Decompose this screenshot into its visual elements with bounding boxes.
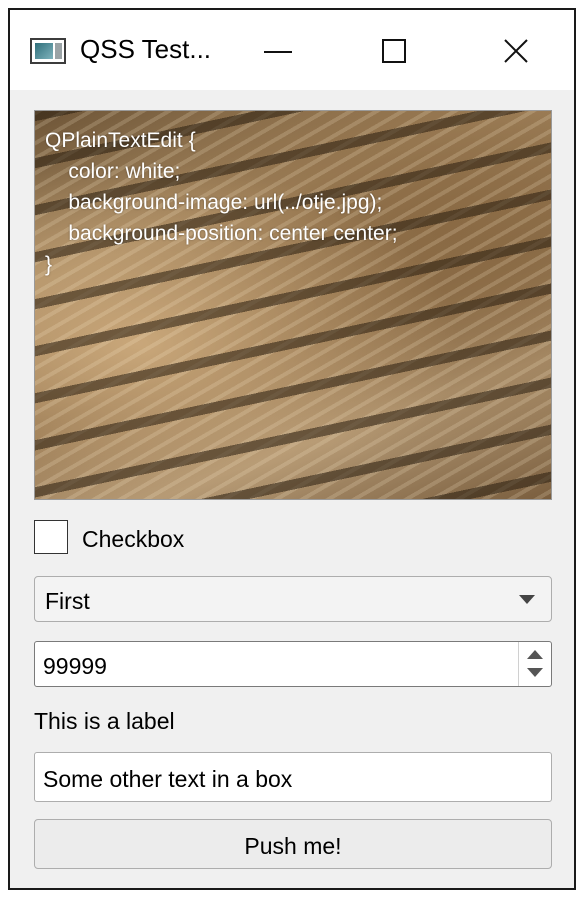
- window-title: QSS Test...: [80, 34, 212, 64]
- combo-selected-value: First: [45, 588, 90, 614]
- close-icon: [504, 39, 528, 63]
- checkbox-row[interactable]: Checkbox: [34, 520, 334, 556]
- title-bar[interactable]: QSS Test...: [10, 10, 574, 90]
- line-edit-value[interactable]: Some other text in a box: [43, 766, 292, 793]
- maximize-button[interactable]: [366, 30, 422, 74]
- close-button[interactable]: [488, 30, 544, 74]
- push-button-label: Push me!: [244, 833, 342, 859]
- chevron-down-icon: [519, 595, 535, 604]
- plain-text-edit[interactable]: QPlainTextEdit { color: white; backgroun…: [34, 110, 552, 500]
- minimize-icon: [264, 51, 292, 53]
- spin-up-icon[interactable]: [527, 650, 543, 660]
- spin-box[interactable]: 99999: [34, 641, 552, 687]
- checkbox-label[interactable]: Checkbox: [82, 526, 184, 553]
- label-text: This is a label: [34, 708, 175, 734]
- editor-text: QPlainTextEdit { color: white; backgroun…: [45, 129, 398, 276]
- app-window: QSS Test... QPlainTextEdit { color: whit…: [8, 8, 576, 890]
- maximize-icon: [382, 39, 406, 63]
- spin-buttons[interactable]: [518, 642, 551, 686]
- app-window-icon: [30, 38, 66, 64]
- push-button[interactable]: Push me!: [34, 819, 552, 869]
- checkbox[interactable]: [34, 520, 68, 554]
- line-edit[interactable]: Some other text in a box: [34, 752, 552, 802]
- spin-box-value[interactable]: 99999: [43, 653, 107, 680]
- combo-box[interactable]: First: [34, 576, 552, 622]
- minimize-button[interactable]: [250, 30, 306, 74]
- spin-down-icon[interactable]: [527, 668, 543, 678]
